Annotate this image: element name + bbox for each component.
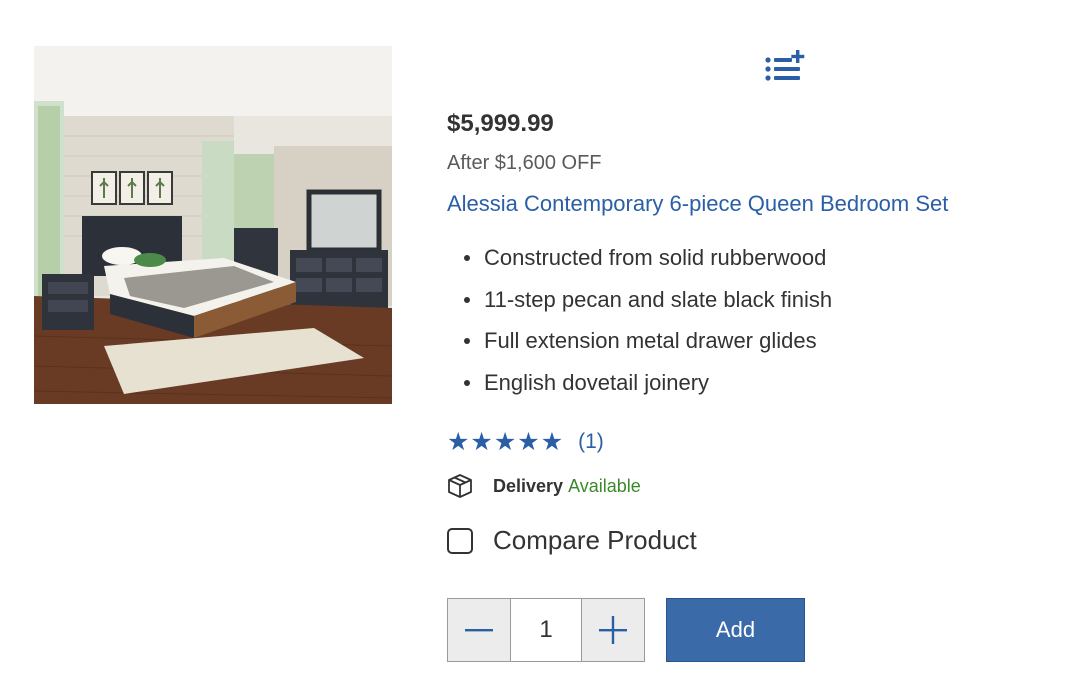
- product-title-link[interactable]: Alessia Contemporary 6-piece Queen Bedro…: [447, 191, 948, 217]
- minus-icon: [465, 629, 493, 632]
- add-to-list-icon[interactable]: [762, 48, 806, 82]
- compare-checkbox[interactable]: [447, 527, 473, 554]
- add-to-cart-button[interactable]: Add: [666, 598, 805, 662]
- feature-text: Constructed from solid rubberwood: [484, 245, 827, 270]
- star-icon: ★: [517, 427, 540, 456]
- bullet-icon: [464, 296, 470, 303]
- plus-icon: [599, 616, 627, 644]
- quantity-input[interactable]: [511, 598, 581, 662]
- review-count-link[interactable]: (1): [578, 430, 604, 454]
- star-icon: ★: [493, 427, 517, 456]
- feature-item: English dovetail joinery: [447, 367, 832, 409]
- product-price: $5,999.99: [447, 110, 554, 137]
- increase-quantity-button[interactable]: [581, 598, 645, 662]
- delivery-label: Delivery: [493, 475, 564, 496]
- feature-text: 11-step pecan and slate black finish: [484, 286, 833, 312]
- bullet-icon: [464, 255, 470, 261]
- delivery-status: Available: [568, 475, 641, 496]
- quantity-stepper: [447, 598, 645, 662]
- delivery-info: Delivery Available: [447, 473, 641, 499]
- bullet-icon: [464, 338, 470, 344]
- discount-text: After $1,600 OFF: [447, 152, 602, 174]
- bullet-icon: [464, 379, 470, 386]
- feature-item: Constructed from solid rubberwood: [447, 242, 832, 284]
- feature-list: Constructed from solid rubberwood 11-ste…: [447, 242, 832, 408]
- product-card: $5,999.99 After $1,600 OFF Alessia Conte…: [0, 0, 1080, 687]
- compare-product[interactable]: Compare Product: [447, 525, 697, 556]
- star-icon: ★: [540, 427, 564, 456]
- compare-label: Compare Product: [493, 525, 697, 555]
- product-image[interactable]: [34, 46, 392, 404]
- rating[interactable]: ★ ★ ★ ★ ★ (1): [447, 428, 604, 456]
- star-icon: ★: [447, 427, 470, 456]
- star-rating-icons: ★ ★ ★ ★ ★: [447, 428, 563, 456]
- star-icon: ★: [470, 427, 493, 456]
- package-box-icon: [448, 474, 472, 498]
- feature-text: English dovetail joinery: [484, 369, 710, 395]
- decrease-quantity-button[interactable]: [447, 598, 511, 662]
- feature-item: Full extension metal drawer glides: [447, 325, 832, 367]
- feature-text: Full extension metal drawer glides: [484, 328, 817, 353]
- feature-item: 11-step pecan and slate black finish: [447, 284, 832, 326]
